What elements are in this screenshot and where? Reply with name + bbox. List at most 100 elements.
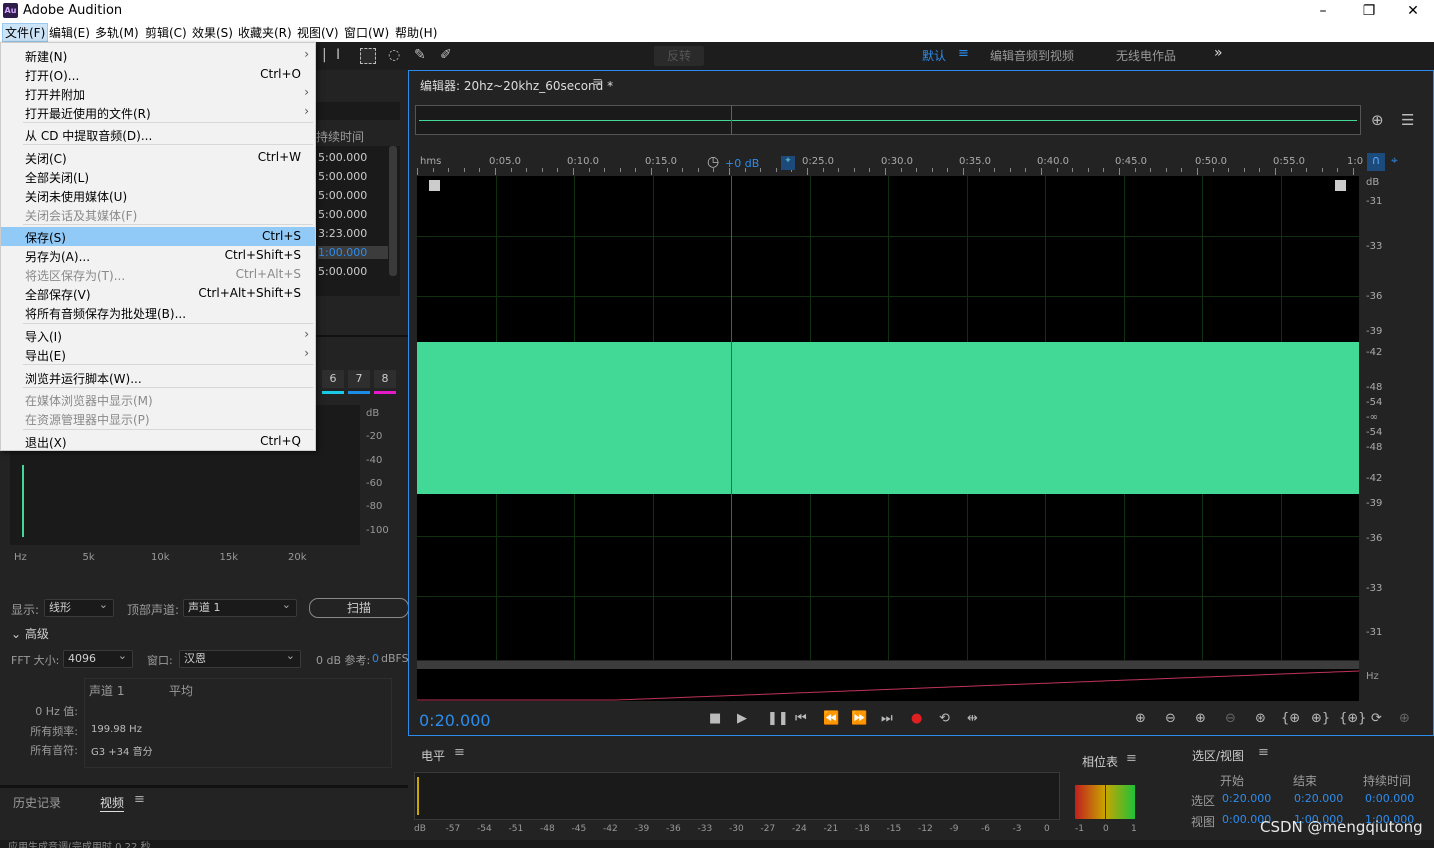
brush-tool-icon[interactable]: ✎: [414, 47, 426, 63]
file-duration[interactable]: 3:23.000: [318, 227, 388, 240]
menu-window[interactable]: 窗口(W): [342, 24, 391, 41]
menu-favorites[interactable]: 收藏夹(R): [236, 24, 294, 41]
file-menu-item[interactable]: 打开最近使用的文件(R) ›: [1, 103, 315, 122]
skip-forward-icon[interactable]: ⏭: [881, 711, 893, 726]
fast-forward-icon[interactable]: ⏩: [851, 711, 867, 726]
menu-edit[interactable]: 编辑(E): [47, 24, 92, 41]
files-search-field[interactable]: [316, 102, 400, 120]
channel-tab[interactable]: 6: [322, 370, 344, 388]
gain-value[interactable]: +0 dB: [725, 157, 759, 170]
menu-clip[interactable]: 剪辑(C): [143, 24, 189, 41]
workspace-menu-icon[interactable]: ≡: [958, 46, 969, 61]
loop-icon[interactable]: ⟲: [939, 711, 950, 726]
tab-history[interactable]: 历史记录: [13, 794, 61, 811]
close-button[interactable]: ✕: [1390, 0, 1434, 22]
zoom-in-point-icon[interactable]: {⊕: [1281, 711, 1300, 726]
top-channel-dropdown[interactable]: 声道 1: [183, 597, 297, 617]
minimize-button[interactable]: –: [1300, 0, 1346, 22]
file-menu-item[interactable]: 从 CD 中提取音频(D)...: [1, 125, 315, 144]
file-menu-item[interactable]: 将选区保存为(T)... Ctrl+Alt+S: [1, 265, 315, 284]
workspace-default[interactable]: 默认: [922, 47, 946, 64]
channel-tab[interactable]: 8: [374, 370, 396, 388]
reverse-button[interactable]: 反转: [654, 46, 704, 66]
menu-file[interactable]: 文件(F): [2, 23, 49, 42]
zoom-full-icon[interactable]: ⊛: [1255, 711, 1266, 726]
skip-selection-icon[interactable]: ⇹: [967, 711, 978, 726]
zoom-reset-icon[interactable]: ⟳: [1371, 711, 1382, 726]
menu-multitrack[interactable]: 多轨(M): [93, 24, 141, 41]
zoom-in-time-icon[interactable]: ⊕: [1195, 711, 1206, 726]
playhead[interactable]: [730, 176, 732, 660]
phase-menu-icon[interactable]: ≡: [1126, 751, 1137, 766]
horizontal-scrollbar[interactable]: [417, 661, 1359, 669]
channel-tab[interactable]: 7: [348, 370, 370, 388]
file-menu-item[interactable]: 导出(E) ›: [1, 345, 315, 364]
panel-options-icon[interactable]: ☰: [1401, 111, 1414, 129]
lasso-tool-icon[interactable]: ◌: [388, 47, 400, 63]
pin-icon[interactable]: ✦: [781, 156, 795, 170]
file-menu-item[interactable]: 全部保存(V) Ctrl+Alt+Shift+S: [1, 284, 315, 303]
fade-out-handle[interactable]: [1335, 180, 1346, 191]
time-ruler[interactable]: hms 0:05.0 0:10.0 0:15.0 0:25.0 0:30.0 0:35.0 0…: [417, 153, 1363, 175]
file-duration[interactable]: 1:00.000: [318, 246, 388, 259]
menu-help[interactable]: 帮助(H): [393, 24, 439, 41]
files-scrollbar[interactable]: [389, 146, 397, 276]
spot-healing-icon[interactable]: ✐: [440, 47, 452, 63]
display-dropdown[interactable]: 线形: [44, 597, 114, 617]
stop-icon[interactable]: ■: [709, 711, 721, 726]
menu-view[interactable]: 视图(V): [295, 24, 341, 41]
more-workspaces-button[interactable]: »: [1214, 45, 1223, 61]
editor-menu-icon[interactable]: ≡: [592, 75, 603, 90]
zoom-selection-icon[interactable]: {⊕}: [1339, 711, 1366, 726]
file-menu-item[interactable]: 关闭(C) Ctrl+W: [1, 148, 315, 167]
menu-effects[interactable]: 效果(S): [190, 24, 235, 41]
snap-icon[interactable]: ∩: [1367, 153, 1385, 171]
level-menu-icon[interactable]: ≡: [454, 745, 465, 760]
file-menu-item[interactable]: 关闭会话及其媒体(F): [1, 205, 315, 224]
selection-end[interactable]: 0:20.000: [1294, 792, 1343, 805]
marker-icon[interactable]: ⌖: [1391, 153, 1398, 168]
skip-back-icon[interactable]: ⏮: [795, 711, 807, 726]
workspace-edit-video[interactable]: 编辑音频到视频: [990, 47, 1074, 64]
file-menu-item[interactable]: 新建(N) ›: [1, 46, 315, 65]
file-duration[interactable]: 5:00.000: [318, 189, 388, 202]
file-menu-item[interactable]: 在媒体浏览器中显示(M): [1, 390, 315, 409]
file-menu-item[interactable]: 关闭未使用媒体(U): [1, 186, 315, 205]
file-duration[interactable]: 5:00.000: [318, 265, 388, 278]
file-menu-item[interactable]: 浏览并运行脚本(W)...: [1, 368, 315, 387]
file-menu-item[interactable]: 打开并附加 ›: [1, 84, 315, 103]
file-duration[interactable]: 5:00.000: [318, 170, 388, 183]
selection-menu-icon[interactable]: ≡: [1258, 745, 1269, 760]
file-duration[interactable]: 5:00.000: [318, 208, 388, 221]
scan-button[interactable]: 扫描: [309, 598, 409, 618]
gain-knob-icon[interactable]: ◷: [707, 154, 719, 170]
current-time[interactable]: 0:20.000: [419, 711, 491, 730]
file-menu-item[interactable]: 另存为(A)... Ctrl+Shift+S: [1, 246, 315, 265]
file-menu-item[interactable]: 保存(S) Ctrl+S: [1, 227, 315, 246]
overview-bar[interactable]: [415, 105, 1361, 135]
panel-menu-icon[interactable]: ≡: [134, 792, 145, 807]
file-menu-item[interactable]: 导入(I) ›: [1, 326, 315, 345]
restore-button[interactable]: ❐: [1346, 0, 1392, 22]
selection-duration[interactable]: 0:00.000: [1365, 792, 1414, 805]
marquee-tool-icon[interactable]: [360, 48, 376, 64]
file-menu-item[interactable]: 打开(O)... Ctrl+O: [1, 65, 315, 84]
window-dropdown[interactable]: 汉恩: [179, 648, 301, 668]
time-selection-tool-icon[interactable]: I: [336, 47, 340, 63]
zoom-overview-icon[interactable]: ⊕: [1371, 111, 1384, 129]
file-menu-item[interactable]: 退出(X) Ctrl+Q: [1, 432, 315, 451]
pause-icon[interactable]: ❚❚: [767, 711, 789, 726]
zoom-vertical-icon[interactable]: ⊕: [1399, 711, 1410, 726]
fade-in-handle[interactable]: [429, 180, 440, 191]
record-icon[interactable]: ●: [911, 711, 922, 726]
file-duration[interactable]: 5:00.000: [318, 151, 388, 164]
zoom-out-time-icon[interactable]: ⊖: [1225, 711, 1236, 726]
selection-start[interactable]: 0:20.000: [1222, 792, 1271, 805]
zoom-out-amplitude-icon[interactable]: ⊖: [1165, 711, 1176, 726]
advanced-toggle[interactable]: ⌄ 高级: [11, 625, 49, 642]
fft-dropdown[interactable]: 4096: [63, 648, 133, 668]
file-menu-item[interactable]: 将所有音频保存为批处理(B)...: [1, 303, 315, 322]
play-icon[interactable]: ▶: [737, 711, 747, 726]
zoom-in-amplitude-icon[interactable]: ⊕: [1135, 711, 1146, 726]
file-menu-item[interactable]: 全部关闭(L): [1, 167, 315, 186]
